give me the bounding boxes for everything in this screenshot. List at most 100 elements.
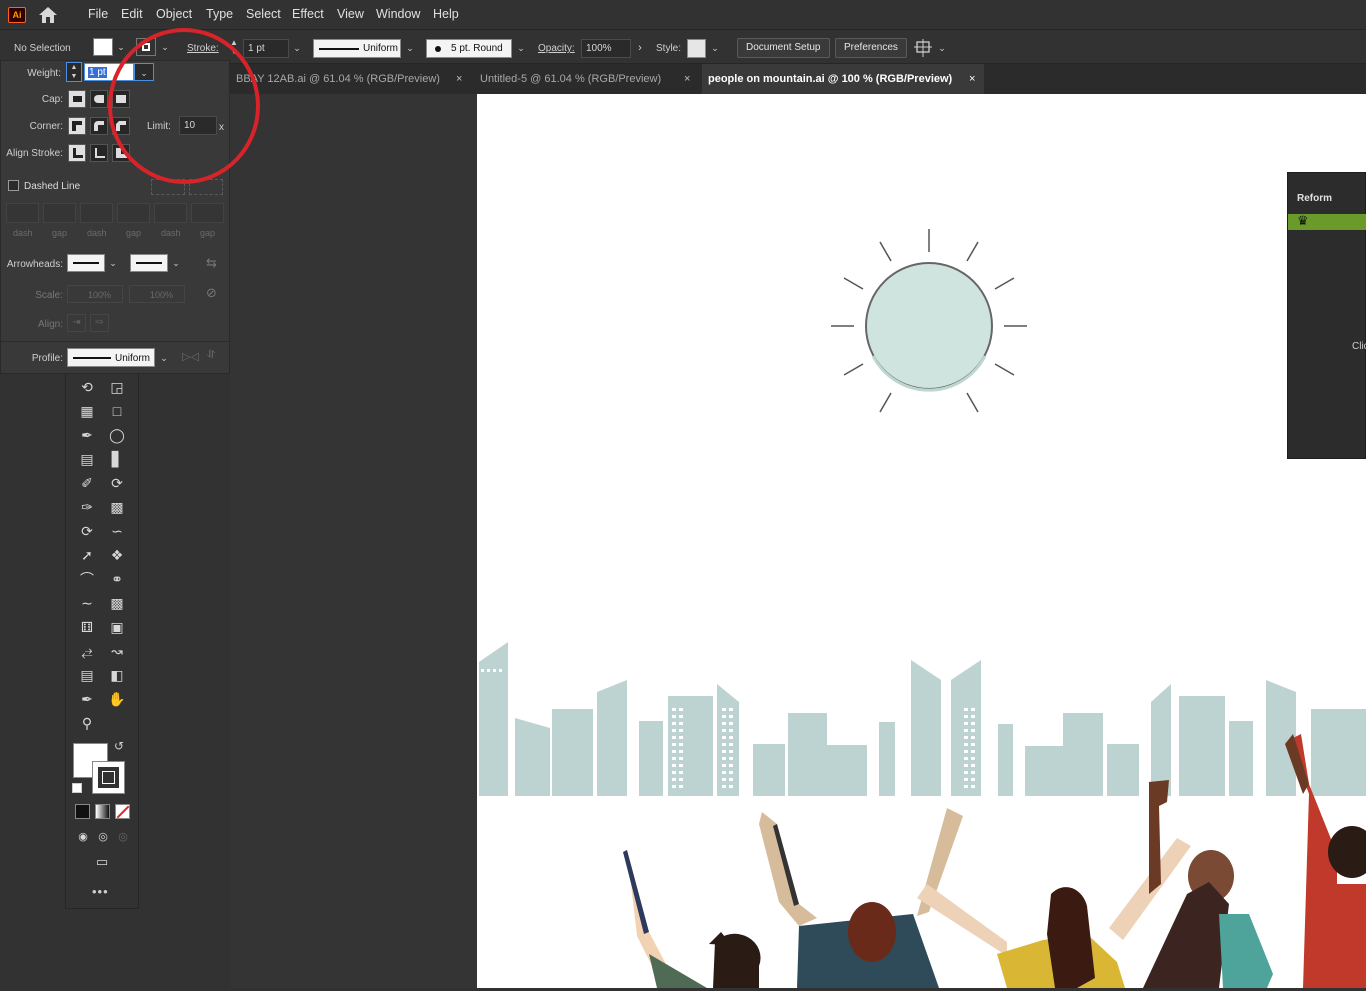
close-icon[interactable]: × — [684, 73, 690, 85]
blob-brush-icon[interactable]: ✑ — [76, 496, 98, 518]
menu-select[interactable]: Select — [246, 7, 281, 21]
color-mode-icon[interactable] — [75, 804, 90, 819]
round-join-button[interactable] — [90, 117, 108, 135]
brush-dropdown[interactable]: ⌄ — [514, 39, 528, 57]
round-cap-button[interactable] — [90, 90, 108, 108]
home-icon[interactable] — [38, 6, 58, 24]
opacity-label[interactable]: Opacity: — [538, 43, 575, 54]
profile-select[interactable]: Uniform — [67, 348, 155, 367]
slice-icon[interactable]: ✒ — [76, 688, 98, 710]
dashed-line-checkbox[interactable] — [8, 180, 19, 191]
artboard-icon[interactable]: ◧ — [106, 664, 128, 686]
close-icon[interactable]: × — [969, 73, 975, 85]
draw-behind-icon[interactable]: ◎ — [92, 826, 114, 848]
flip-horizontal-icon[interactable]: ▷◁ — [182, 350, 199, 363]
start-scale-field[interactable]: 100% — [67, 285, 123, 303]
brush-definition[interactable]: 5 pt. Round — [426, 39, 512, 58]
ruler-icon[interactable]: ▤ — [76, 664, 98, 686]
puppet-warp-icon[interactable]: ❖ — [106, 544, 128, 566]
draw-inside-icon[interactable]: ◎ — [112, 826, 134, 848]
profile-dropdown[interactable]: ⌄ — [157, 349, 171, 367]
graph-icon[interactable]: ▋ — [106, 448, 128, 470]
menu-file[interactable]: File — [88, 7, 108, 21]
menu-object[interactable]: Object — [156, 7, 192, 21]
menu-view[interactable]: View — [337, 7, 364, 21]
smooth-icon[interactable]: ∼ — [76, 592, 98, 614]
end-arrowhead-dropdown[interactable]: ⌄ — [169, 254, 183, 272]
style-swatch[interactable] — [687, 39, 706, 58]
shape-builder-icon[interactable]: ⚭ — [106, 568, 128, 590]
gradient-mode-icon[interactable] — [95, 804, 110, 819]
arrange-dropdown[interactable]: ⌄ — [935, 39, 949, 57]
blend-icon[interactable]: ◯ — [106, 424, 128, 446]
lasso-icon[interactable]: ⟲ — [76, 376, 98, 398]
weight-stepper-icon[interactable]: ▲ ▼ — [66, 62, 82, 82]
eyedropper-icon[interactable]: ✒ — [76, 424, 98, 446]
anchor-point-icon[interactable]: ➚ — [76, 544, 98, 566]
miter-join-button[interactable] — [68, 117, 86, 135]
variable-width-profile[interactable]: Uniform — [313, 39, 401, 58]
swap-arrowheads-icon[interactable]: ⇆ — [206, 255, 217, 271]
screen-mode-icon[interactable]: ▭ — [91, 851, 113, 873]
opacity-field[interactable]: 100% — [581, 39, 631, 58]
pattern-icon[interactable]: ▩ — [106, 496, 128, 518]
shaper-icon[interactable]: ⟳ — [106, 472, 128, 494]
end-scale-field[interactable]: 100% — [129, 285, 185, 303]
default-colors-icon[interactable] — [72, 783, 82, 793]
tab-bbay[interactable]: BBAY 12AB.ai @ 61.04 % (RGB/Preview) — [230, 64, 472, 94]
menu-edit[interactable]: Edit — [121, 7, 143, 21]
end-arrowhead-select[interactable] — [130, 254, 168, 272]
close-icon[interactable]: × — [456, 73, 462, 85]
menu-type[interactable]: Type — [206, 7, 233, 21]
width-icon[interactable]: ⥄ — [76, 640, 98, 662]
fill-dropdown[interactable]: ⌄ — [114, 38, 128, 56]
start-arrowhead-select[interactable] — [67, 254, 105, 272]
perspective-grid-icon[interactable]: ◲ — [106, 376, 128, 398]
twirl-icon[interactable]: ⟳ — [76, 520, 98, 542]
profile-dropdown[interactable]: ⌄ — [403, 39, 417, 57]
flip-vertical-icon[interactable]: ⥯ — [207, 349, 215, 362]
more-tools-icon[interactable]: ••• — [92, 884, 109, 899]
arrange-documents-icon[interactable] — [914, 39, 932, 57]
none-mode-icon[interactable] — [115, 804, 130, 819]
link-scale-icon[interactable]: ⊘ — [206, 285, 217, 301]
arc-icon[interactable]: ⌒ — [76, 568, 98, 590]
align-center-button[interactable] — [68, 144, 86, 162]
dash-field-1[interactable] — [6, 203, 39, 223]
curvature-icon[interactable]: ∽ — [106, 520, 128, 542]
mesh-icon[interactable]: ▦ — [76, 400, 98, 422]
opacity-arrow-icon[interactable]: › — [633, 39, 647, 57]
symbol-sprayer-icon[interactable]: ▤ — [76, 448, 98, 470]
draw-normal-icon[interactable]: ◉ — [72, 826, 94, 848]
align-inside-button[interactable] — [90, 144, 108, 162]
fill-swatch[interactable] — [93, 38, 113, 56]
style-dropdown[interactable]: ⌄ — [708, 39, 722, 57]
dash-field-3[interactable] — [154, 203, 187, 223]
gap-field-2[interactable] — [117, 203, 150, 223]
symbol-icon[interactable]: ⚅ — [76, 616, 98, 638]
zoom-icon[interactable]: ⚲ — [76, 712, 98, 734]
document-setup-button[interactable]: Document Setup — [737, 38, 830, 58]
menu-effect[interactable]: Effect — [292, 7, 324, 21]
stroke-weight-dropdown[interactable]: ⌄ — [290, 39, 304, 57]
tab-people-on-mountain[interactable]: people on mountain.ai @ 100 % (RGB/Previ… — [702, 64, 984, 94]
stroke-color-swatch[interactable] — [92, 761, 125, 794]
warp-icon[interactable]: ↝ — [106, 640, 128, 662]
gap-field-3[interactable] — [191, 203, 224, 223]
menu-window[interactable]: Window — [376, 7, 420, 21]
reform-banner[interactable]: ♛ — [1288, 213, 1366, 230]
stroke-weight-field[interactable]: 1 pt — [243, 39, 289, 58]
hand-icon[interactable]: ✋ — [106, 688, 128, 710]
dash-field-2[interactable] — [80, 203, 113, 223]
gradient-icon[interactable]: □ — [106, 400, 128, 422]
live-paint-icon[interactable]: ▩ — [106, 592, 128, 614]
arrow-tip-extend-icon[interactable]: ⇥ — [67, 314, 86, 332]
butt-cap-button[interactable] — [68, 90, 86, 108]
artboard[interactable] — [477, 94, 1366, 988]
gap-field-1[interactable] — [43, 203, 76, 223]
swap-colors-icon[interactable]: ↺ — [114, 739, 124, 753]
tab-untitled-5[interactable]: Untitled-5 @ 61.04 % (RGB/Preview) — [474, 64, 700, 94]
start-arrowhead-dropdown[interactable]: ⌄ — [106, 254, 120, 272]
arrow-tip-place-icon[interactable]: ⇨ — [90, 314, 109, 332]
paintbrush-icon[interactable]: ✐ — [76, 472, 98, 494]
